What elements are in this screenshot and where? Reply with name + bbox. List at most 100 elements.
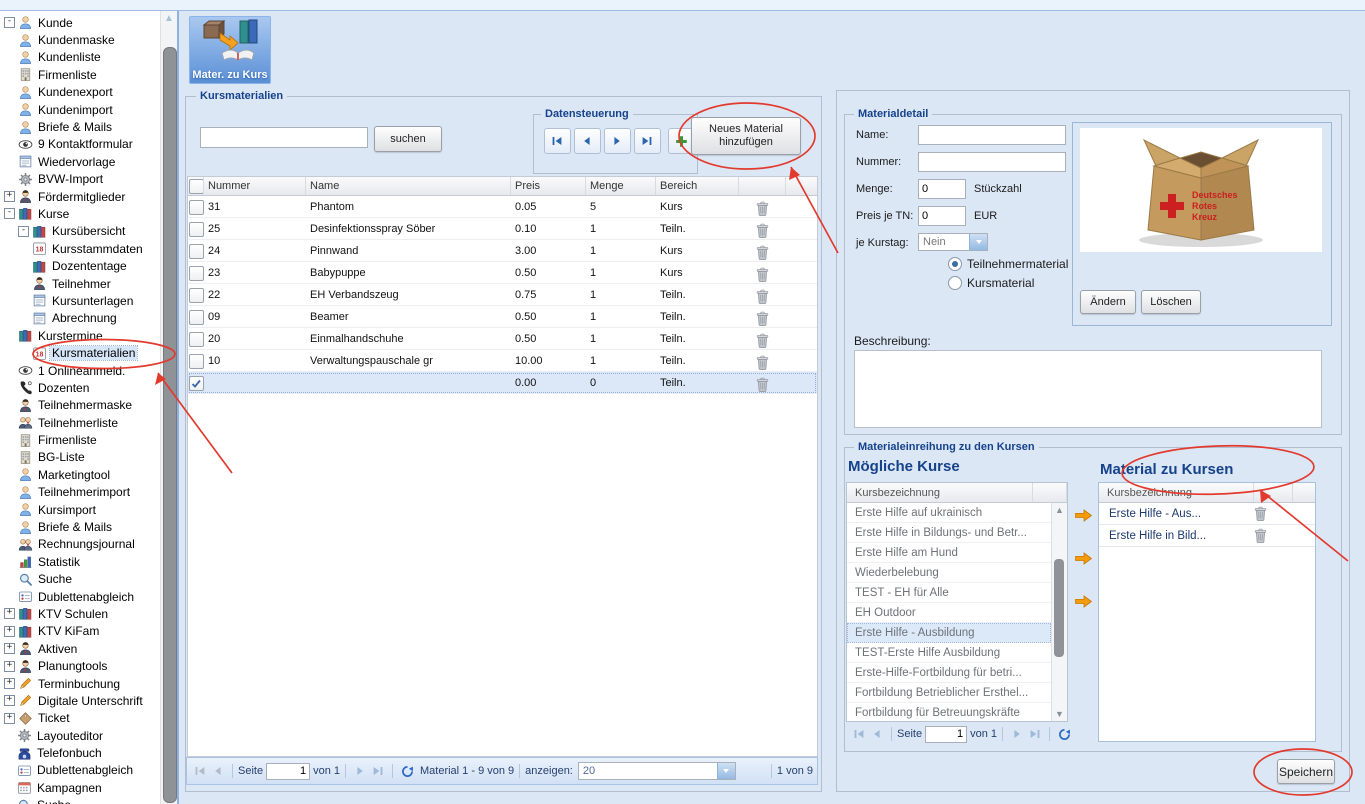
sidebar-item-briefe-mails[interactable]: Briefe & Mails xyxy=(2,518,158,535)
sidebar-item-label[interactable]: Teilnehmer xyxy=(50,277,113,291)
pager-first-icon[interactable] xyxy=(851,726,867,742)
possible-course-item[interactable]: Erste Hilfe auf ukrainisch xyxy=(847,503,1051,523)
pager-next-icon[interactable] xyxy=(1009,726,1025,742)
row-checkbox[interactable] xyxy=(189,332,204,347)
sidebar-item-label[interactable]: Wiedervorlage xyxy=(36,155,117,169)
radio-kursmaterial[interactable]: Kursmaterial xyxy=(948,276,1034,290)
sidebar-item-label[interactable]: KTV KiFam xyxy=(36,624,101,638)
beschreibung-textarea[interactable] xyxy=(854,350,1322,428)
sidebar-item-rechnungsjournal[interactable]: Rechnungsjournal xyxy=(2,536,158,553)
pager-next-icon[interactable] xyxy=(352,763,368,779)
expand-icon[interactable]: + xyxy=(4,661,15,672)
possible-course-item[interactable]: Erste Hilfe - Ausbildung xyxy=(847,623,1051,643)
row-checkbox[interactable] xyxy=(189,222,204,237)
column-header-menge[interactable]: Menge xyxy=(586,177,656,195)
sidebar-item-teilnehmermaske[interactable]: Teilnehmermaske xyxy=(2,397,158,414)
pager-refresh-icon[interactable] xyxy=(1056,726,1072,742)
pager-prev-icon[interactable] xyxy=(210,763,226,779)
sidebar-item-kurstermine[interactable]: Kurstermine xyxy=(2,327,158,344)
sidebar-item-telefonbuch[interactable]: Telefonbuch xyxy=(2,744,158,761)
sidebar-item-kundenexport[interactable]: Kundenexport xyxy=(2,84,158,101)
name-field[interactable] xyxy=(918,125,1066,145)
expand-icon[interactable]: + xyxy=(4,695,15,706)
sidebar-item-label[interactable]: Kursunterlagen xyxy=(50,294,135,308)
sidebar-item-label[interactable]: Marketingtool xyxy=(36,468,112,482)
table-row[interactable]: 20Einmalhandschuhe0.501Teiln. xyxy=(188,328,817,350)
possible-course-item[interactable]: Fortbildung für Betreuungskräfte xyxy=(847,703,1051,722)
nummer-field[interactable] xyxy=(918,152,1066,172)
search-button[interactable]: suchen xyxy=(374,126,442,152)
sidebar-item-label[interactable]: Kursmaterialien xyxy=(50,346,137,360)
row-checkbox[interactable] xyxy=(189,376,204,391)
transfer-arrow-icon[interactable] xyxy=(1074,551,1093,569)
table-row[interactable]: 24Pinnwand3.001Kurs xyxy=(188,240,817,262)
sidebar-item-fördermitglieder[interactable]: +Fördermitglieder xyxy=(2,188,158,205)
column-header-bereich[interactable]: Bereich xyxy=(656,177,739,195)
combo-dropdown-icon[interactable] xyxy=(717,763,735,779)
sidebar-item-ktv-schulen[interactable]: + KTV Schulen xyxy=(2,605,158,622)
column-header-name[interactable]: Name xyxy=(306,177,511,195)
sidebar-item-kurse[interactable]: -Kurse xyxy=(2,205,158,222)
sidebar-item-suche[interactable]: Suche xyxy=(2,571,158,588)
sidebar-item-label[interactable]: Terminbuchung xyxy=(36,677,122,691)
sidebar-item-teilnehmerimport[interactable]: Teilnehmerimport xyxy=(2,484,158,501)
preis-field[interactable] xyxy=(918,206,966,226)
material-zu-kurs-tile[interactable]: Mater. zu Kurs xyxy=(189,16,271,84)
sidebar-item-label[interactable]: BVW-Import xyxy=(36,172,105,186)
sidebar-item-label[interactable]: Kunde xyxy=(36,16,75,30)
sidebar-item-ktv-kifam[interactable]: + KTV KiFam xyxy=(2,623,158,640)
sidebar-item-label[interactable]: Teilnehmerliste xyxy=(36,416,120,430)
sidebar-item-dublettenabgleich[interactable]: Dublettenabgleich xyxy=(2,588,158,605)
sidebar-item-label[interactable]: Kurse xyxy=(36,207,71,221)
sidebar-item-label[interactable]: Firmenliste xyxy=(36,68,99,82)
pager-page-input[interactable] xyxy=(266,763,310,780)
sidebar-item-aktiven[interactable]: +Aktiven xyxy=(2,640,158,657)
table-row[interactable]: 23Babypuppe0.501Kurs xyxy=(188,262,817,284)
sidebar-item-kursimport[interactable]: Kursimport xyxy=(2,501,158,518)
sidebar-item-label[interactable]: Kurstermine xyxy=(36,329,105,343)
sidebar-item-label[interactable]: Suche xyxy=(35,798,73,804)
sidebar-item-label[interactable]: 1 Onlineanmeld. xyxy=(36,364,127,378)
sidebar-item-label[interactable]: Abrechnung xyxy=(50,311,119,325)
row-checkbox[interactable] xyxy=(189,200,204,215)
sidebar-item-statistik[interactable]: Statistik xyxy=(2,553,158,570)
row-checkbox[interactable] xyxy=(189,244,204,259)
sidebar-item-kursmaterialien[interactable]: 18Kursmaterialien xyxy=(2,344,158,361)
sidebar-item-label[interactable]: Kundenexport xyxy=(36,85,115,99)
sidebar-item-dozententage[interactable]: Dozententage xyxy=(2,257,158,274)
sidebar-item-digitale-unterschrift[interactable]: + Digitale Unterschrift xyxy=(2,692,158,709)
sidebar-item-label[interactable]: Suche xyxy=(36,572,74,586)
sidebar-item-label[interactable]: Digitale Unterschrift xyxy=(36,694,145,708)
expand-icon[interactable]: + xyxy=(4,608,15,619)
sidebar-item-label[interactable]: KTV Schulen xyxy=(36,607,110,621)
sidebar-item-teilnehmer[interactable]: Teilnehmer xyxy=(2,275,158,292)
sidebar-item-label[interactable]: Kursstammdaten xyxy=(50,242,145,256)
sidebar-item-planungtools[interactable]: +Planungtools xyxy=(2,657,158,674)
sidebar-item-label[interactable]: Kursübersicht xyxy=(50,224,127,238)
sidebar-item-kursstammdaten[interactable]: 18Kursstammdaten xyxy=(2,240,158,257)
collapse-icon[interactable]: - xyxy=(18,226,29,237)
sidebar-item-label[interactable]: Firmenliste xyxy=(36,433,99,447)
table-row[interactable]: 10Verwaltungspauschale gr10.001Teiln. xyxy=(188,350,817,372)
sidebar-item-kunde[interactable]: -Kunde xyxy=(2,14,158,31)
sidebar-item-label[interactable]: Dozententage xyxy=(50,259,129,273)
scroll-down-icon[interactable]: ▼ xyxy=(1052,707,1067,721)
row-checkbox[interactable] xyxy=(189,354,204,369)
sidebar-item-label[interactable]: Aktiven xyxy=(36,642,79,656)
sidebar-item-label[interactable]: Ticket xyxy=(36,711,72,725)
possible-course-item[interactable]: Erste Hilfe in Bildungs- und Betr... xyxy=(847,523,1051,543)
sidebar-item-label[interactable]: Rechnungsjournal xyxy=(36,537,137,551)
kurstag-combo[interactable]: Nein xyxy=(918,233,988,251)
next-record-button[interactable] xyxy=(604,128,631,154)
sidebar-item-briefe-mails[interactable]: Briefe & Mails xyxy=(2,118,158,135)
sidebar-item-label[interactable]: Briefe & Mails xyxy=(36,520,114,534)
loeschen-button[interactable]: Löschen xyxy=(1141,290,1201,314)
sidebar-item-kundenimport[interactable]: Kundenimport xyxy=(2,101,158,118)
radio-icon[interactable] xyxy=(948,276,962,290)
possible-course-item[interactable]: TEST-Erste Hilfe Ausbildung xyxy=(847,643,1051,663)
pager-last-icon[interactable] xyxy=(1027,726,1043,742)
expand-icon[interactable]: + xyxy=(4,626,15,637)
sidebar-item-label[interactable]: Dublettenabgleich xyxy=(36,590,136,604)
table-row[interactable]: 0.000Teiln. xyxy=(188,372,817,394)
new-material-button[interactable]: Neues Material hinzufügen xyxy=(691,117,801,155)
